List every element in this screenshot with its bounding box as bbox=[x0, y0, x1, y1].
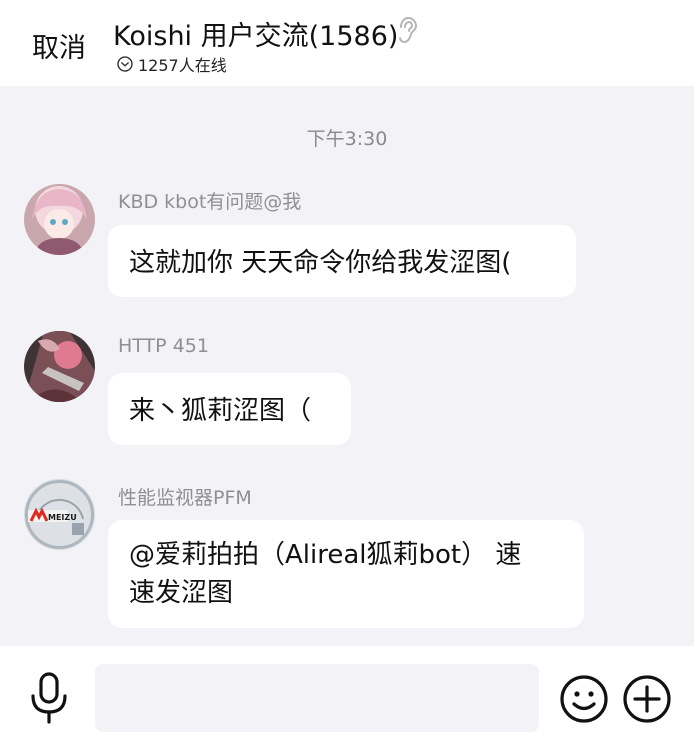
message-input[interactable] bbox=[95, 664, 539, 732]
group-title: Koishi 用户交流(1586) bbox=[113, 21, 399, 52]
message-timestamp: 下午3:30 bbox=[306, 128, 388, 150]
avatar[interactable] bbox=[24, 184, 95, 255]
message-line: @爱莉拍拍（Alireal狐莉bot） 速 bbox=[129, 540, 522, 570]
ear-icon bbox=[399, 16, 418, 44]
emoji-icon[interactable] bbox=[559, 674, 609, 724]
plus-circle-icon[interactable] bbox=[622, 674, 672, 724]
sender-name: KBD kbot有问题@我 bbox=[118, 191, 302, 213]
sender-name: HTTP 451 bbox=[118, 335, 209, 357]
avatar-image bbox=[24, 331, 95, 402]
chevron-down-circle-icon bbox=[117, 56, 133, 72]
online-count-text: 1257人在线 bbox=[138, 56, 227, 75]
online-count[interactable]: 1257人在线 bbox=[117, 52, 227, 76]
chat-header: 取消 Koishi 用户交流(1586) 1257人在线 bbox=[0, 0, 694, 86]
avatar-image: MEIZU bbox=[24, 479, 95, 550]
avatar-image bbox=[24, 184, 95, 255]
message-line: 速发涩图 bbox=[129, 578, 234, 608]
microphone-icon[interactable] bbox=[30, 672, 68, 724]
message-bubble[interactable]: 这就加你 天天命令你给我发涩图( bbox=[108, 225, 576, 297]
message-bubble[interactable]: 来丶狐莉涩图（ bbox=[108, 373, 351, 445]
message-bubble[interactable]: @爱莉拍拍（Alireal狐莉bot） 速 速发涩图 bbox=[108, 520, 584, 628]
message-line: 来丶狐莉涩图（ bbox=[129, 396, 312, 426]
avatar[interactable]: MEIZU bbox=[24, 479, 95, 550]
cancel-button[interactable]: 取消 bbox=[32, 26, 86, 65]
avatar[interactable] bbox=[24, 331, 95, 402]
meizu-logo: MEIZU bbox=[48, 513, 77, 522]
sender-name: 性能监视器PFM bbox=[118, 487, 252, 509]
message-line: 这就加你 天天命令你给我发涩图( bbox=[129, 248, 512, 278]
